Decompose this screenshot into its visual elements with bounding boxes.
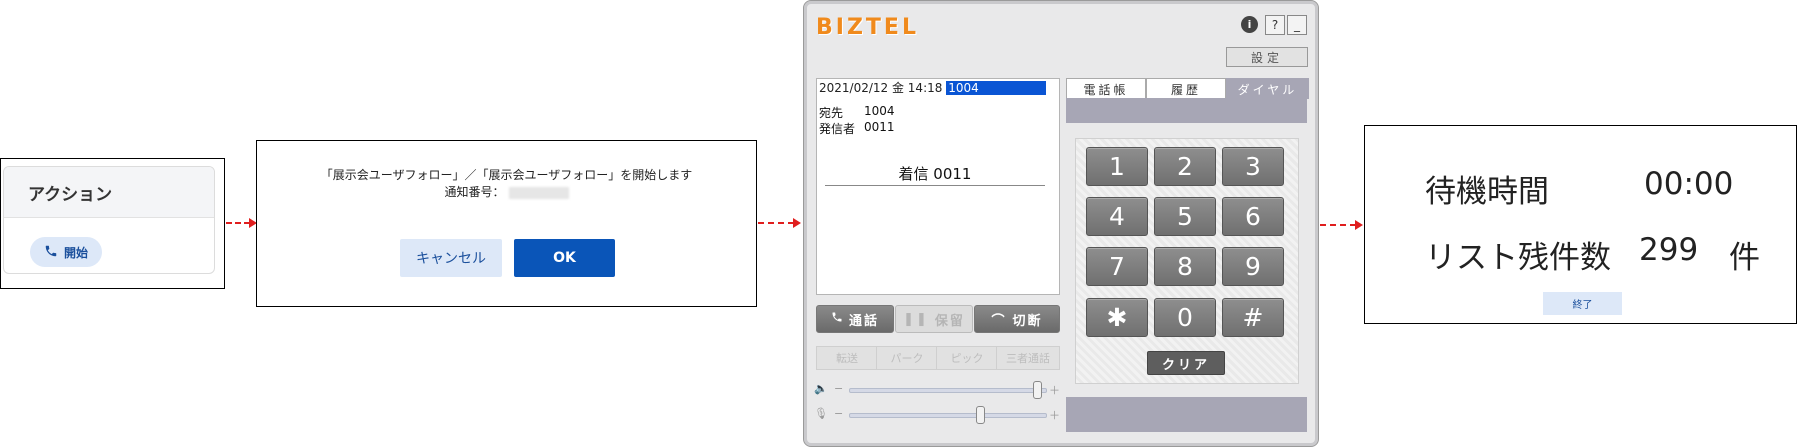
mic-volume-knob[interactable] bbox=[976, 406, 985, 424]
key-5[interactable]: 5 bbox=[1154, 197, 1216, 236]
ok-button[interactable]: OK bbox=[514, 239, 615, 277]
key-7[interactable]: 7 bbox=[1086, 247, 1148, 286]
pause-icon: ❚❚ bbox=[903, 311, 929, 327]
key-1[interactable]: 1 bbox=[1086, 147, 1148, 186]
tab-history[interactable]: 履歴 bbox=[1146, 78, 1226, 99]
cancel-button[interactable]: キャンセル bbox=[400, 239, 502, 277]
confirm-message: 「展示会ユーザフォロー」／「展示会ユーザフォロー」を開始します 通知番号： bbox=[257, 167, 756, 201]
key-hash[interactable]: # bbox=[1222, 298, 1284, 337]
remaining-count-value: 299 bbox=[1639, 232, 1699, 268]
hangup-button[interactable]: ⌒ 切断 bbox=[974, 305, 1060, 333]
key-star[interactable]: ✱ bbox=[1086, 298, 1148, 337]
speaker-icon: 🔈 bbox=[814, 382, 828, 395]
tab-dial[interactable]: ダイヤル bbox=[1226, 78, 1309, 99]
tab-active-bar bbox=[1066, 98, 1307, 123]
clear-button[interactable]: クリア bbox=[1147, 351, 1225, 375]
minimize-button[interactable]: _ bbox=[1287, 15, 1307, 35]
hangup-icon: ⌒ bbox=[991, 313, 1007, 329]
wait-time-value: 00:00 bbox=[1644, 166, 1734, 202]
masked-notify-number bbox=[508, 186, 569, 199]
action-table: アクション 開始 bbox=[3, 166, 215, 274]
start-button[interactable]: 開始 bbox=[30, 237, 102, 267]
flow-arrow-3 bbox=[1320, 224, 1356, 226]
confirm-message-line2: 通知番号： bbox=[257, 184, 756, 201]
key-3[interactable]: 3 bbox=[1222, 147, 1284, 186]
wait-time-label: 待機時間 bbox=[1425, 174, 1549, 210]
caller-label: 発信者 bbox=[819, 122, 856, 136]
dialpad-bottom-bar bbox=[1066, 397, 1307, 432]
end-button[interactable]: 終了 bbox=[1543, 292, 1622, 315]
remaining-count-unit: 件 bbox=[1729, 240, 1760, 276]
flow-arrow-2 bbox=[758, 222, 794, 224]
biztel-softphone: BIZTEL i ? _ 設定 2021/02/12 金 14:18 1004 … bbox=[803, 0, 1319, 447]
call-button-label: 通話 bbox=[848, 313, 879, 329]
dest-label: 宛先 bbox=[819, 106, 844, 120]
start-confirm-dialog: 「展示会ユーザフォロー」／「展示会ユーザフォロー」を開始します 通知番号： キャ… bbox=[256, 140, 757, 307]
flow-arrowhead-3 bbox=[1355, 220, 1363, 230]
start-button-label: 開始 bbox=[63, 245, 88, 260]
key-2[interactable]: 2 bbox=[1154, 147, 1216, 186]
key-0[interactable]: 0 bbox=[1154, 298, 1216, 337]
key-9[interactable]: 9 bbox=[1222, 247, 1284, 286]
call-header: 2021/02/12 金 14:18 1004 bbox=[819, 79, 1047, 96]
hold-button-label: 保留 bbox=[934, 313, 965, 329]
pick-button[interactable]: ピック bbox=[936, 346, 998, 370]
speaker-volume-slider[interactable] bbox=[849, 388, 1047, 393]
speaker-volume-knob[interactable] bbox=[1033, 381, 1042, 399]
help-button[interactable]: ? bbox=[1265, 15, 1285, 35]
info-icon[interactable]: i bbox=[1241, 16, 1258, 33]
mic-minus-icon: − bbox=[834, 407, 844, 420]
volume-plus-icon: ＋ bbox=[1049, 384, 1060, 397]
volume-minus-icon: − bbox=[834, 382, 844, 395]
mic-volume-slider[interactable] bbox=[849, 413, 1047, 418]
confirm-message-line1: 「展示会ユーザフォロー」／「展示会ユーザフォロー」を開始します bbox=[320, 168, 693, 182]
mic-icon: 🎙 bbox=[814, 407, 828, 420]
park-button[interactable]: パーク bbox=[876, 346, 938, 370]
remaining-count-label: リスト残件数 bbox=[1425, 240, 1611, 276]
call-datetime: 2021/02/12 金 14:18 bbox=[819, 81, 943, 95]
biztel-logo: BIZTEL bbox=[816, 15, 919, 40]
hold-button[interactable]: ❚❚ 保留 bbox=[895, 305, 973, 333]
dest-value: 1004 bbox=[864, 104, 895, 118]
progress-panel: 待機時間 00:00 リスト残件数 299 件 終了 bbox=[1364, 125, 1797, 324]
extension-highlight: 1004 bbox=[946, 81, 1047, 95]
flow-arrow-1 bbox=[226, 222, 250, 224]
key-6[interactable]: 6 bbox=[1222, 197, 1284, 236]
tab-phonebook[interactable]: 電話帳 bbox=[1066, 78, 1146, 99]
caller-value: 0011 bbox=[864, 120, 895, 134]
hangup-button-label: 切断 bbox=[1012, 313, 1043, 329]
notify-number-label: 通知番号： bbox=[444, 185, 505, 199]
flow-arrowhead-2 bbox=[793, 218, 801, 228]
incoming-call-text: 着信 0011 bbox=[825, 163, 1045, 186]
settings-button[interactable]: 設定 bbox=[1226, 47, 1308, 67]
key-4[interactable]: 4 bbox=[1086, 197, 1148, 236]
mic-plus-icon: ＋ bbox=[1049, 409, 1060, 422]
phone-icon bbox=[44, 244, 58, 261]
phone-icon bbox=[831, 311, 843, 327]
call-button[interactable]: 通話 bbox=[816, 305, 894, 333]
transfer-button[interactable]: 転送 bbox=[816, 346, 878, 370]
action-column-header: アクション bbox=[4, 167, 214, 218]
action-panel: アクション 開始 bbox=[0, 158, 225, 289]
call-info-panel: 2021/02/12 金 14:18 1004 宛先 1004 発信者 0011… bbox=[816, 78, 1060, 295]
key-8[interactable]: 8 bbox=[1154, 247, 1216, 286]
three-way-button[interactable]: 三者通話 bbox=[996, 346, 1060, 370]
